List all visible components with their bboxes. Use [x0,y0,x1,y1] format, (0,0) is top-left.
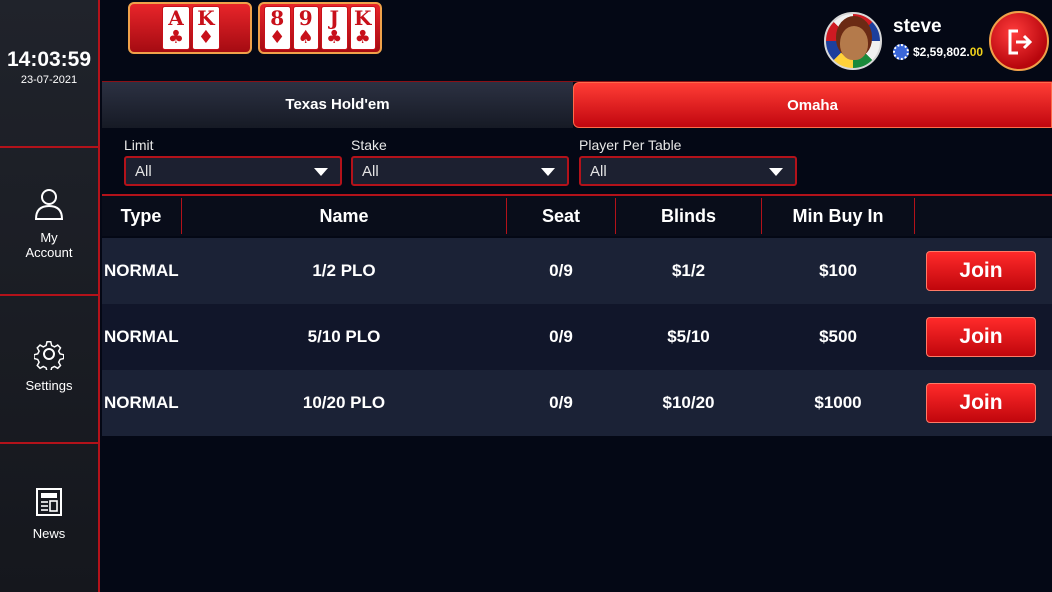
table-row: NORMAL 5/10 PLO 0/9 $5/10 $500 Join [102,304,1052,370]
cell-blinds: $1/2 [671,261,706,280]
cell-seat: 0/9 [549,327,573,346]
sidebar-item-label: My Account [25,230,73,260]
table-row: NORMAL 10/20 PLO 0/9 $10/20 $1000 Join [102,370,1052,436]
sidebar-item-my-account[interactable]: My Account [0,150,98,296]
hand-badge-2[interactable]: 8 ♦ 9 ♠ J ♣ K ♣ [258,2,382,54]
filter-stake: Stake All [351,137,569,186]
sidebar-item-label: News [32,526,66,541]
cell-seat: 0/9 [549,261,573,280]
playing-card: K ♣ [349,6,376,50]
caret-down-icon [541,168,555,176]
username: steve [893,16,942,37]
playing-card: K ♦ [192,6,220,50]
avatar[interactable] [824,12,882,70]
select-value: All [362,163,379,180]
filter-label: Limit [124,137,154,153]
cell-seat: 0/9 [549,393,573,412]
cell-type: NORMAL [104,327,179,346]
playing-card: A ♣ [162,6,190,50]
filter-limit: Limit All [124,137,342,186]
table-header: Type Name Seat Blinds Min Buy In [102,194,1052,236]
filter-player-per-table: Player Per Table All [579,137,797,186]
playing-card: J ♣ [321,6,348,50]
cell-name: 1/2 PLO [312,261,376,280]
avatar-face [840,26,868,60]
join-button[interactable]: Join [926,317,1036,357]
newspaper-icon [36,488,62,516]
sidebar-item-settings[interactable]: Settings [0,298,98,444]
column-header-name: Name [319,206,369,226]
filter-label: Player Per Table [579,137,682,153]
cell-type: NORMAL [104,261,179,280]
game-tabs: Texas Hold'em Omaha [102,81,1052,129]
sidebar-item-label: Settings [25,378,73,393]
column-header-blinds: Blinds [660,206,716,226]
user-icon [34,189,64,220]
cell-name: 5/10 PLO [307,327,381,346]
limit-select[interactable]: All [124,156,342,186]
stake-select[interactable]: All [351,156,569,186]
filter-label: Stake [351,137,387,153]
cell-min-buy-in: $500 [819,327,857,346]
caret-down-icon [314,168,328,176]
clock-time: 14:03:59 [6,48,92,71]
logout-icon [1008,29,1033,55]
tab-texas-holdem[interactable]: Texas Hold'em [102,82,573,128]
gear-icon [34,341,64,370]
column-header-type: Type [120,206,162,226]
cell-min-buy-in: $100 [819,261,857,280]
caret-down-icon [769,168,783,176]
column-header-seat: Seat [541,206,581,226]
cell-blinds: $10/20 [662,393,715,412]
cell-name: 10/20 PLO [302,393,386,412]
select-value: All [590,163,607,180]
cell-min-buy-in: $1000 [814,393,862,412]
column-divider [914,198,915,234]
player-per-table-select[interactable]: All [579,156,797,186]
playing-card: 8 ♦ [264,6,291,50]
clock: 14:03:59 23-07-2021 [0,0,98,148]
clock-date: 23-07-2021 [20,74,78,86]
column-header-min-buy-in: Min Buy In [792,206,884,226]
balance: $2,59,802.00 [913,45,984,59]
tab-omaha[interactable]: Omaha [573,82,1052,128]
cell-blinds: $5/10 [667,327,710,346]
chip-icon [893,44,909,60]
hand-badge-1[interactable]: A ♣ K ♦ [128,2,252,54]
select-value: All [135,163,152,180]
table-row: NORMAL 1/2 PLO 0/9 $1/2 $100 Join [102,238,1052,304]
join-button[interactable]: Join [926,251,1036,291]
sidebar-item-news[interactable]: News [0,446,98,592]
join-button[interactable]: Join [926,383,1036,423]
playing-card: 9 ♠ [292,6,319,50]
sidebar: 14:03:59 23-07-2021 My Account Settings [0,0,100,592]
cell-type: NORMAL [104,393,179,412]
logout-button[interactable] [989,11,1049,71]
